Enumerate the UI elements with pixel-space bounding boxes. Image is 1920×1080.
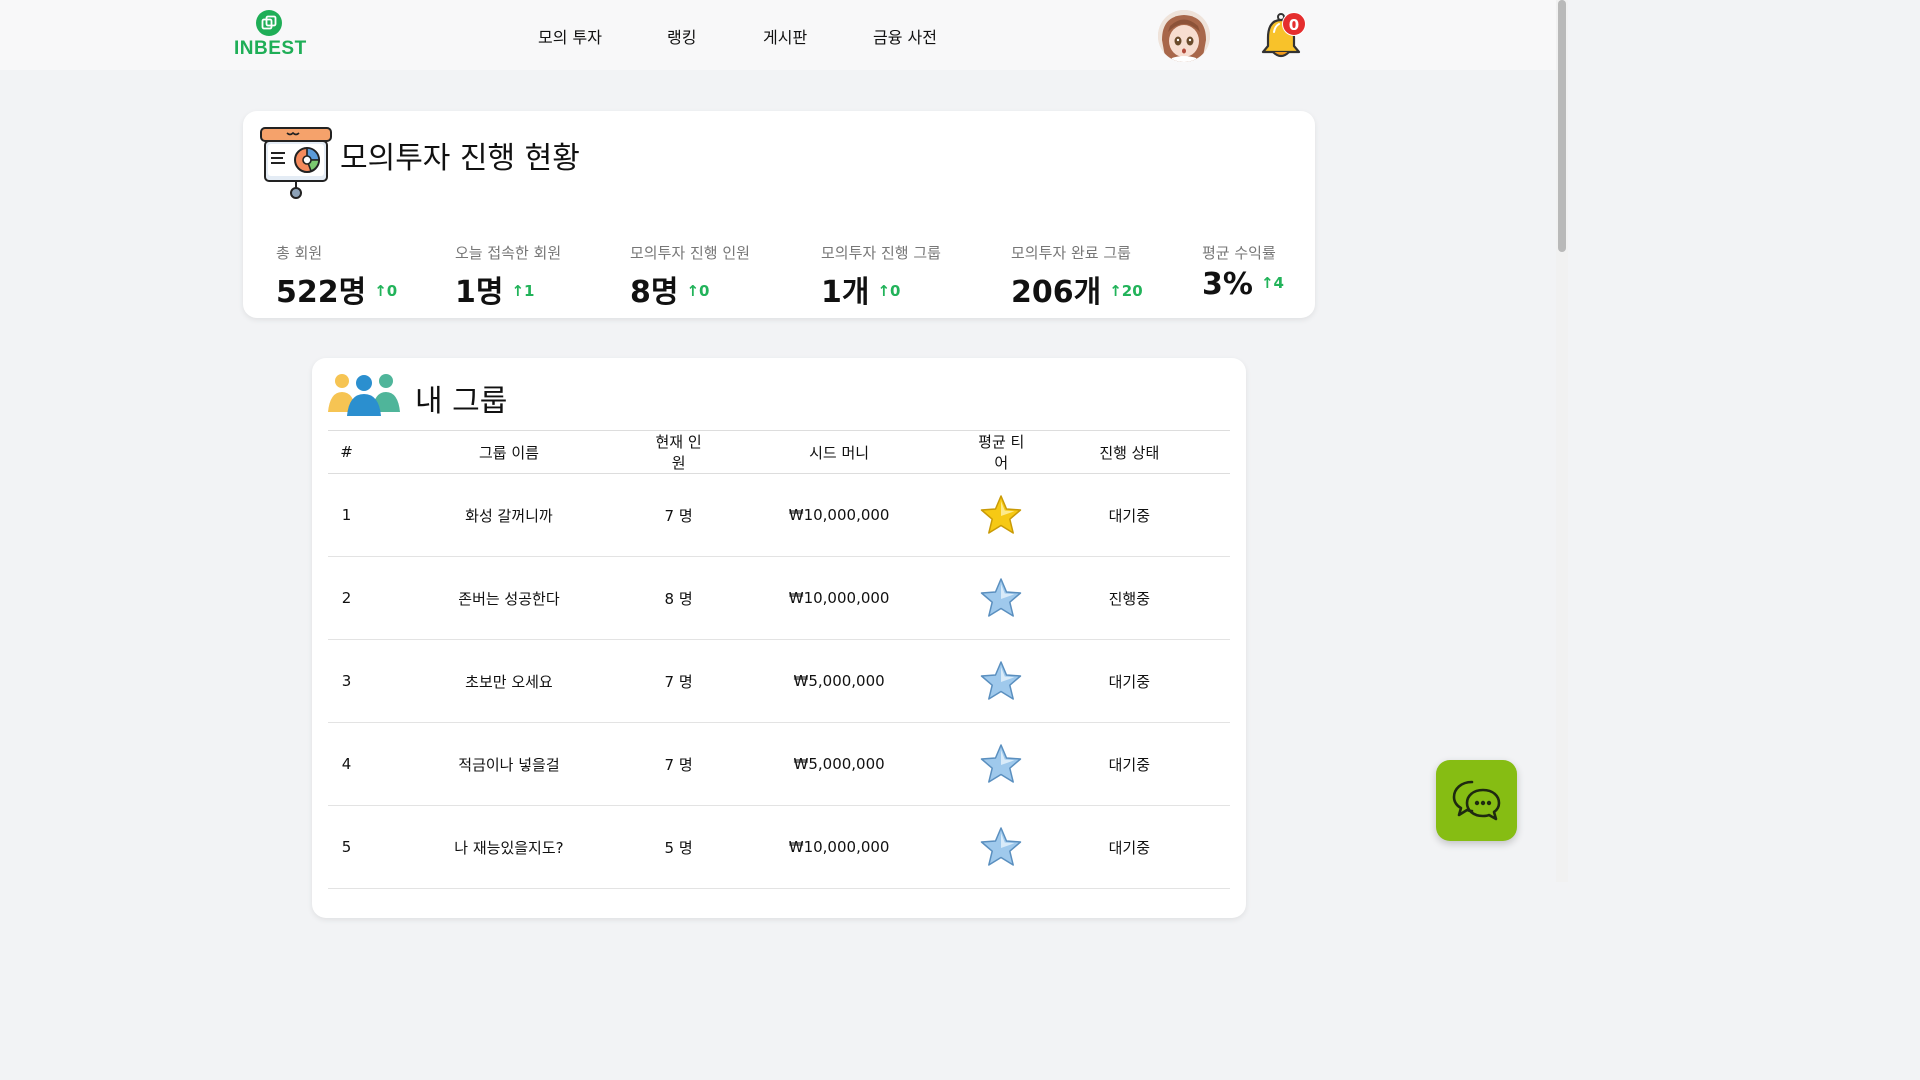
stat-active-participants: 모의투자 진행 인원 8명 ↑0 bbox=[630, 242, 750, 311]
my-groups-card: 내 그룹 # 그룹 이름 현재 인원 시드 머니 평균 티어 진행 상태 1 화… bbox=[312, 358, 1246, 918]
row-num: 3 bbox=[328, 639, 366, 723]
blue-star-icon bbox=[981, 661, 1022, 700]
nav-ranking[interactable]: 랭킹 bbox=[667, 24, 696, 48]
logo-icon bbox=[256, 10, 282, 36]
stat-label: 모의투자 진행 그룹 bbox=[821, 244, 941, 262]
table-row[interactable]: 2 존버는 성공한다 8 명 ₩10,000,000 진행중 bbox=[328, 556, 1230, 640]
table-header-row: # 그룹 이름 현재 인원 시드 머니 평균 티어 진행 상태 bbox=[328, 430, 1230, 474]
chat-bubbles-icon bbox=[1452, 780, 1501, 821]
stat-delta: ↑0 bbox=[374, 282, 398, 300]
groups-table: # 그룹 이름 현재 인원 시드 머니 평균 티어 진행 상태 1 화성 갈꺼니… bbox=[328, 430, 1230, 889]
table-row[interactable]: 1 화성 갈꺼니까 7 명 ₩10,000,000 대기중 bbox=[328, 473, 1230, 557]
row-seed-money: ₩10,000,000 bbox=[704, 473, 974, 557]
col-header-status: 진행 상태 bbox=[1028, 430, 1230, 474]
chat-button[interactable] bbox=[1436, 760, 1517, 841]
stat-delta: ↑20 bbox=[1109, 282, 1143, 300]
row-seed-money: ₩5,000,000 bbox=[704, 639, 974, 723]
stat-value: 8명 bbox=[630, 275, 679, 310]
stat-label: 모의투자 완료 그룹 bbox=[1011, 244, 1131, 262]
row-avg-tier bbox=[973, 639, 1029, 723]
notification-bell[interactable]: 0 bbox=[1260, 12, 1310, 62]
row-num: 5 bbox=[328, 805, 366, 889]
stat-value: 3% bbox=[1202, 267, 1253, 302]
stat-today-visitors: 오늘 접속한 회원 1명 ↑1 bbox=[455, 242, 561, 311]
avatar[interactable] bbox=[1158, 10, 1210, 62]
stat-completed-groups: 모의투자 완료 그룹 206개 ↑20 bbox=[1011, 242, 1143, 311]
blue-star-icon bbox=[981, 827, 1022, 866]
row-group-name: 존버는 성공한다 bbox=[365, 556, 653, 640]
row-avg-tier bbox=[973, 805, 1029, 889]
row-group-name: 적금이나 넣을걸 bbox=[365, 722, 653, 806]
notification-count-badge: 0 bbox=[1282, 12, 1306, 36]
top-header: INBEST 모의 투자 랭킹 게시판 금융 사전 0 bbox=[0, 0, 1556, 70]
row-avg-tier bbox=[973, 556, 1029, 640]
row-avg-tier bbox=[973, 722, 1029, 806]
presentation-board-icon bbox=[260, 127, 332, 199]
row-num: 2 bbox=[328, 556, 366, 640]
row-members: 5 명 bbox=[652, 805, 705, 889]
row-status: 진행중 bbox=[1028, 556, 1230, 640]
stat-value: 1개 bbox=[821, 275, 870, 310]
stat-delta: ↑0 bbox=[877, 282, 901, 300]
col-header-num: # bbox=[328, 430, 366, 474]
row-num: 1 bbox=[328, 473, 366, 557]
row-seed-money: ₩10,000,000 bbox=[704, 556, 974, 640]
stat-delta: ↑0 bbox=[686, 282, 710, 300]
group-people-icon bbox=[328, 374, 400, 416]
row-members: 7 명 bbox=[652, 473, 705, 557]
stat-average-return: 평균 수익률 3% ↑4 bbox=[1202, 242, 1284, 302]
stat-delta: ↑1 bbox=[511, 282, 535, 300]
stat-label: 총 회원 bbox=[276, 244, 323, 262]
row-status: 대기중 bbox=[1028, 805, 1230, 889]
row-seed-money: ₩5,000,000 bbox=[704, 722, 974, 806]
row-group-name: 나 재능있을지도? bbox=[365, 805, 653, 889]
my-groups-title: 내 그룹 bbox=[415, 384, 508, 419]
row-status: 대기중 bbox=[1028, 722, 1230, 806]
stat-label: 평균 수익률 bbox=[1202, 244, 1276, 262]
page-scrollbar[interactable] bbox=[1556, 0, 1568, 882]
row-members: 8 명 bbox=[652, 556, 705, 640]
investment-status-card: 모의투자 진행 현황 총 회원 522명 ↑0 오늘 접속한 회원 1명 ↑1 모의… bbox=[243, 111, 1315, 318]
logo-text: INBEST bbox=[234, 38, 307, 59]
col-header-seed-money: 시드 머니 bbox=[704, 430, 974, 474]
row-seed-money: ₩10,000,000 bbox=[704, 805, 974, 889]
stat-value: 522명 bbox=[276, 275, 367, 310]
status-card-title: 모의투자 진행 현황 bbox=[340, 141, 580, 176]
row-avg-tier bbox=[973, 473, 1029, 557]
stat-delta: ↑4 bbox=[1260, 274, 1284, 292]
row-num: 4 bbox=[328, 722, 366, 806]
stat-active-groups: 모의투자 진행 그룹 1개 ↑0 bbox=[821, 242, 941, 311]
row-members: 7 명 bbox=[652, 639, 705, 723]
stat-total-members: 총 회원 522명 ↑0 bbox=[276, 242, 397, 311]
gold-star-icon bbox=[981, 495, 1022, 534]
blue-star-icon bbox=[981, 744, 1022, 783]
col-header-avg-tier: 평균 티어 bbox=[973, 430, 1029, 474]
table-row[interactable]: 4 적금이나 넣을걸 7 명 ₩5,000,000 대기중 bbox=[328, 722, 1230, 806]
avatar-image bbox=[1158, 10, 1210, 62]
blue-star-icon bbox=[981, 578, 1022, 617]
stat-label: 오늘 접속한 회원 bbox=[455, 244, 562, 262]
scrollbar-thumb[interactable] bbox=[1558, 0, 1566, 252]
stat-value: 1명 bbox=[455, 275, 504, 310]
stat-label: 모의투자 진행 인원 bbox=[630, 244, 750, 262]
table-row[interactable]: 5 나 재능있을지도? 5 명 ₩10,000,000 대기중 bbox=[328, 805, 1230, 889]
row-members: 7 명 bbox=[652, 722, 705, 806]
row-status: 대기중 bbox=[1028, 639, 1230, 723]
row-status: 대기중 bbox=[1028, 473, 1230, 557]
nav-mock-investment[interactable]: 모의 투자 bbox=[538, 24, 602, 48]
col-header-members: 현재 인원 bbox=[652, 430, 705, 474]
nav-board[interactable]: 게시판 bbox=[763, 24, 807, 48]
row-group-name: 초보만 오세요 bbox=[365, 639, 653, 723]
row-group-name: 화성 갈꺼니까 bbox=[365, 473, 653, 557]
inbest-logo[interactable]: INBEST bbox=[234, 10, 307, 62]
stat-value: 206개 bbox=[1011, 275, 1102, 310]
col-header-group-name: 그룹 이름 bbox=[365, 430, 653, 474]
nav-finance-dictionary[interactable]: 금융 사전 bbox=[873, 24, 937, 48]
table-row[interactable]: 3 초보만 오세요 7 명 ₩5,000,000 대기중 bbox=[328, 639, 1230, 723]
